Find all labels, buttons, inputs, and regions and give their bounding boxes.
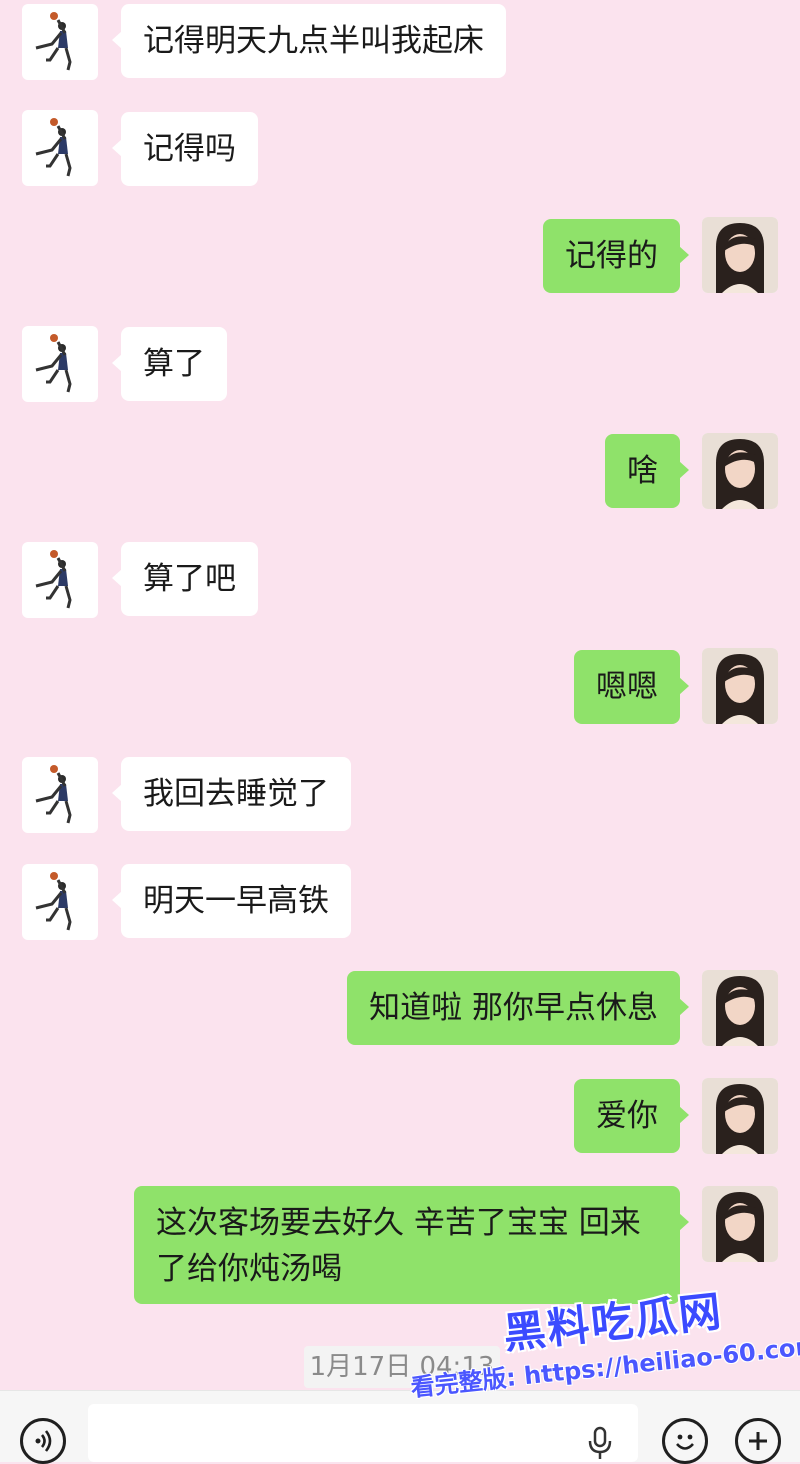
microphone-icon — [588, 1426, 612, 1459]
user-avatar[interactable] — [702, 217, 778, 293]
message-text: 这次客场要去好久 辛苦了宝宝 回来了给你炖汤喝 — [156, 1205, 641, 1287]
message-bubble[interactable]: 知道啦 那你早点休息 — [347, 971, 689, 1045]
user-avatar[interactable] — [702, 1078, 778, 1154]
contact-avatar[interactable] — [22, 757, 98, 833]
message-text: 啥 — [627, 453, 658, 489]
contact-avatar[interactable] — [22, 326, 98, 402]
message-bubble[interactable]: 记得的 — [543, 219, 689, 293]
message-text: 算了吧 — [143, 561, 236, 597]
basketball-player-icon — [35, 872, 72, 931]
message-text: 算了 — [143, 346, 205, 382]
microphone-button[interactable] — [585, 1426, 615, 1460]
plus-icon — [749, 1432, 767, 1450]
portrait-icon — [702, 648, 778, 724]
message-text: 明天一早高铁 — [143, 883, 329, 919]
message-bubble[interactable]: 嗯嗯 — [574, 650, 689, 724]
message-bubble[interactable]: 明天一早高铁 — [112, 864, 351, 938]
user-avatar[interactable] — [702, 433, 778, 509]
message-bubble[interactable]: 我回去睡觉了 — [112, 757, 351, 831]
message-bubble[interactable]: 爱你 — [574, 1079, 689, 1153]
message-bubble[interactable]: 啥 — [605, 434, 689, 508]
message-text: 记得明天九点半叫我起床 — [143, 23, 484, 59]
message-bubble[interactable]: 记得吗 — [112, 112, 258, 186]
message-text: 记得吗 — [143, 131, 236, 167]
contact-avatar[interactable] — [22, 4, 98, 80]
chat-area: 记得明天九点半叫我起床 记得吗 记得的 算了 啥 算了吧 嗯嗯 我回去睡觉了 明… — [0, 0, 800, 1390]
message-text: 记得的 — [565, 238, 658, 274]
basketball-player-icon — [35, 765, 72, 824]
message-text: 嗯嗯 — [596, 669, 658, 705]
message-text: 我回去睡觉了 — [143, 776, 329, 812]
basketball-player-icon — [35, 550, 72, 609]
user-avatar[interactable] — [702, 1186, 778, 1262]
portrait-icon — [702, 433, 778, 509]
user-avatar[interactable] — [702, 648, 778, 724]
voice-button[interactable] — [20, 1418, 66, 1464]
message-bubble[interactable]: 算了 — [112, 327, 227, 401]
contact-avatar[interactable] — [22, 542, 98, 618]
basketball-player-icon — [35, 334, 72, 393]
message-bubble[interactable]: 算了吧 — [112, 542, 258, 616]
portrait-icon — [702, 1186, 778, 1262]
voice-icon — [35, 1430, 52, 1452]
portrait-icon — [702, 970, 778, 1046]
portrait-icon — [702, 1078, 778, 1154]
contact-avatar[interactable] — [22, 110, 98, 186]
portrait-icon — [702, 217, 778, 293]
message-bubble[interactable]: 记得明天九点半叫我起床 — [112, 4, 506, 78]
contact-avatar[interactable] — [22, 864, 98, 940]
plus-button[interactable] — [735, 1418, 781, 1464]
basketball-player-icon — [35, 118, 72, 177]
basketball-player-icon — [35, 12, 72, 71]
message-text: 爱你 — [596, 1098, 658, 1134]
emoji-button[interactable] — [662, 1418, 708, 1464]
emoji-icon — [676, 1434, 694, 1450]
user-avatar[interactable] — [702, 970, 778, 1046]
message-text: 知道啦 那你早点休息 — [369, 990, 658, 1026]
